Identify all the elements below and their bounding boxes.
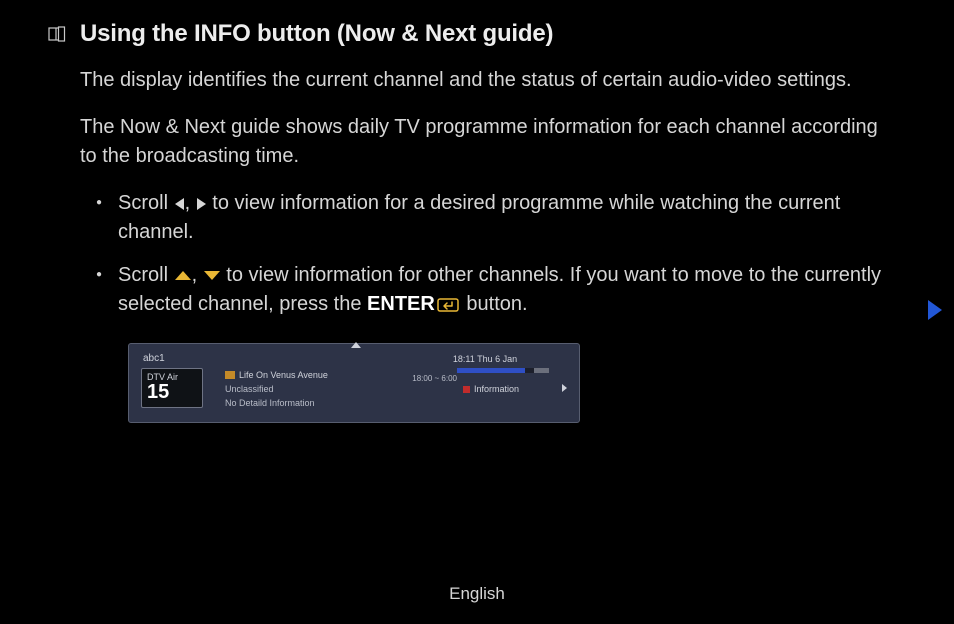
bullet-1-suffix: to view information for a desired progra…	[118, 192, 840, 243]
chevron-right-icon	[928, 300, 942, 320]
bullet-2-prefix: Scroll	[118, 264, 174, 286]
guide-channel-number: 15	[142, 382, 202, 404]
arrow-right-icon	[197, 198, 206, 210]
guide-programme-description: No Detaild Information	[225, 398, 328, 408]
bullet-2: Scroll , to view information for other c…	[118, 261, 894, 319]
language-indicator: English	[0, 584, 954, 604]
bullet-2-sep: ,	[192, 264, 203, 286]
bullet-2-end: button.	[461, 293, 528, 315]
guide-programme-title: Life On Venus Avenue	[239, 370, 328, 380]
paragraph-2: The Now & Next guide shows daily TV prog…	[80, 113, 894, 171]
guide-timerange: 18:00 ~ 6:00	[412, 374, 457, 383]
guide-information-button: Information	[463, 384, 519, 394]
arrow-down-icon	[204, 271, 220, 280]
bullet-1-prefix: Scroll	[118, 192, 174, 214]
guide-progress-bar	[457, 368, 549, 373]
paragraph-1: The display identifies the current chann…	[80, 66, 894, 95]
enter-icon	[437, 297, 461, 313]
guide-arrow-up-icon	[351, 342, 361, 348]
rating-badge-icon	[225, 371, 235, 379]
arrow-up-icon	[175, 271, 191, 280]
guide-channel-name: abc1	[143, 353, 165, 364]
guide-programme-info: Life On Venus Avenue Unclassified No Det…	[225, 370, 328, 408]
page-title: Using the INFO button (Now & Next guide)	[80, 20, 553, 48]
guide-datetime: 18:11 Thu 6 Jan	[405, 354, 565, 364]
now-next-guide-panel: abc1 DTV Air 15 Life On Venus Avenue Unc…	[128, 343, 580, 423]
arrow-left-icon	[175, 198, 184, 210]
guide-information-label: Information	[474, 384, 519, 394]
next-page-button[interactable]	[928, 300, 942, 320]
red-button-icon	[463, 386, 470, 393]
bullet-1: Scroll , to view information for a desir…	[118, 189, 894, 247]
enter-label: ENTER	[367, 293, 435, 315]
guide-arrow-right-icon	[562, 384, 567, 392]
guide-channel-box: DTV Air 15	[141, 368, 203, 408]
bullet-1-sep: ,	[185, 192, 196, 214]
book-icon	[48, 26, 66, 44]
guide-programme-classification: Unclassified	[225, 384, 328, 394]
